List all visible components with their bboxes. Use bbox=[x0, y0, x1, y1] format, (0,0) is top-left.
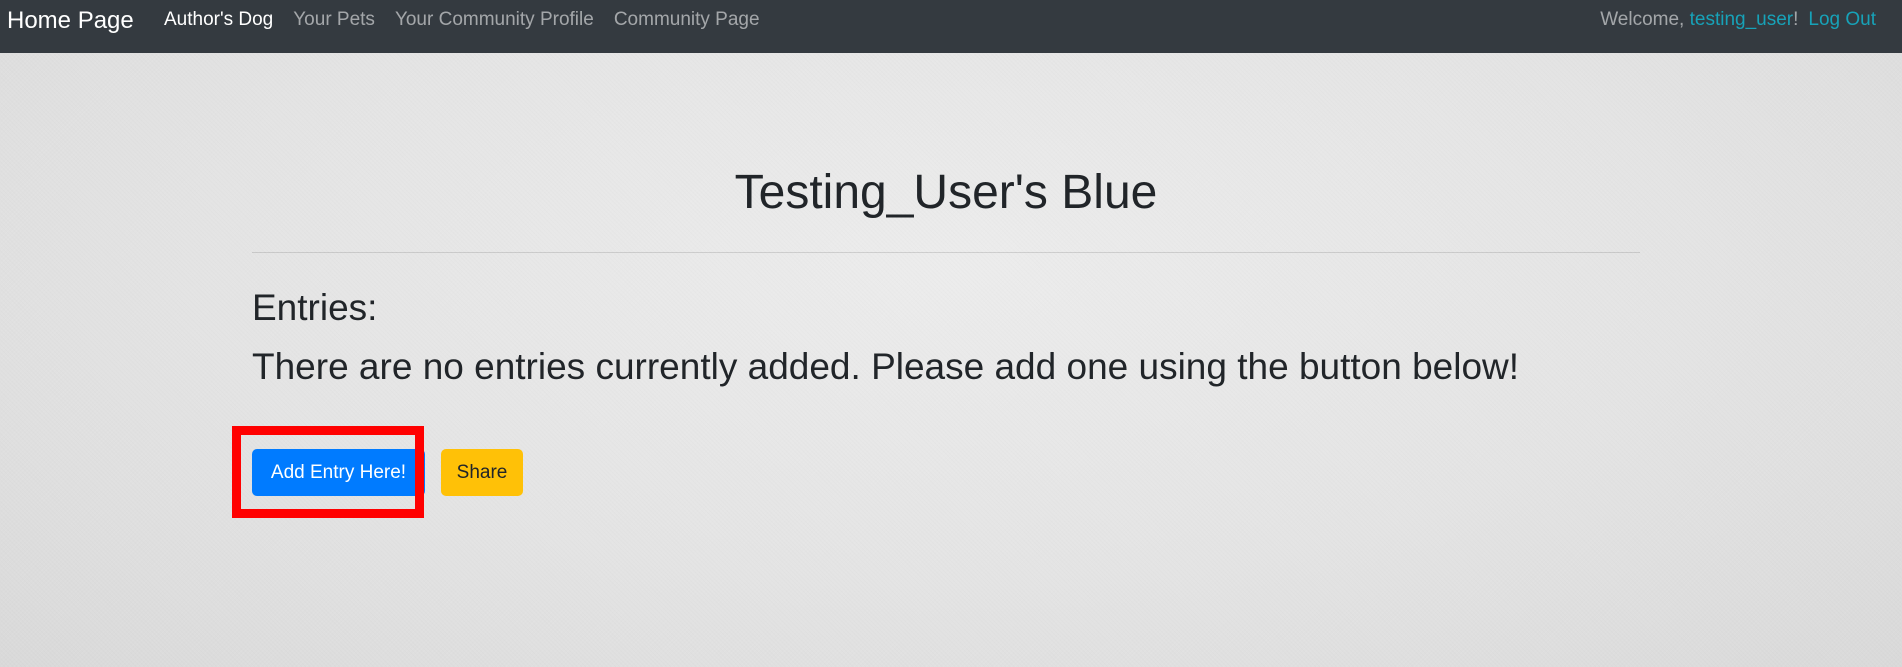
nav-links: Author's Dog Your Pets Your Community Pr… bbox=[164, 9, 780, 31]
nav-link-your-pets[interactable]: Your Pets bbox=[293, 9, 375, 31]
title-divider bbox=[252, 252, 1640, 253]
top-navbar: Home Page Author's Dog Your Pets Your Co… bbox=[0, 0, 1902, 53]
brand-home-link[interactable]: Home Page bbox=[7, 7, 134, 35]
welcome-suffix: ! bbox=[1793, 9, 1799, 30]
page-title: Testing_User's Blue bbox=[734, 166, 1158, 219]
nav-link-authors-dog[interactable]: Author's Dog bbox=[164, 9, 273, 31]
username-link[interactable]: testing_user bbox=[1690, 9, 1794, 30]
welcome-prefix: Welcome, bbox=[1600, 9, 1690, 30]
nav-link-community-page[interactable]: Community Page bbox=[614, 9, 760, 31]
entries-heading: Entries: bbox=[252, 287, 378, 328]
logout-link[interactable]: Log Out bbox=[1808, 9, 1876, 30]
share-button[interactable]: Share bbox=[441, 449, 523, 496]
empty-entries-message: There are no entries currently added. Pl… bbox=[252, 346, 1520, 387]
add-entry-button[interactable]: Add Entry Here! bbox=[252, 449, 425, 496]
nav-link-community-profile[interactable]: Your Community Profile bbox=[395, 9, 594, 31]
user-welcome: Welcome, testing_user! Log Out bbox=[1600, 9, 1876, 31]
